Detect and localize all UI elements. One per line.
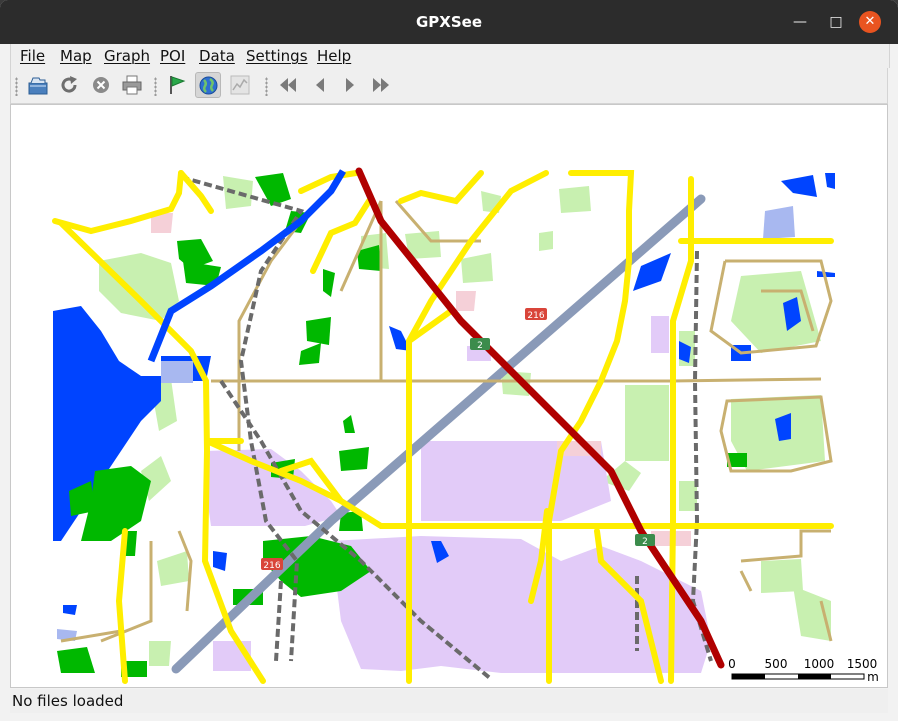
svg-text:216: 216 — [527, 311, 544, 321]
toolbar-grip[interactable] — [154, 77, 157, 96]
close-window-button[interactable]: ✕ — [859, 11, 881, 33]
print-icon — [122, 75, 142, 95]
scale-label: 0 — [728, 657, 736, 671]
close-file-icon — [93, 77, 109, 93]
toolbar — [10, 68, 888, 104]
scale-unit: m — [867, 670, 879, 684]
menu-map[interactable]: Map — [60, 44, 92, 68]
menu-help[interactable]: Help — [317, 44, 351, 68]
window-title: GPXSee — [415, 13, 483, 31]
route-shield: 216 — [525, 308, 547, 321]
next-file-button[interactable] — [337, 72, 363, 98]
route-shield: 2 — [470, 338, 490, 351]
show-graphs-button[interactable] — [227, 72, 253, 98]
toolbar-grip[interactable] — [15, 77, 18, 96]
last-file-button[interactable] — [368, 72, 394, 98]
menu-graph[interactable]: Graph — [104, 44, 150, 68]
scale-label: 500 — [765, 657, 788, 671]
toolbar-grip[interactable] — [265, 77, 268, 96]
show-map-icon — [199, 76, 218, 95]
close-file-button[interactable] — [88, 72, 114, 98]
previous-file-icon — [316, 78, 324, 92]
next-file-icon — [346, 78, 354, 92]
open-file-button[interactable] — [25, 72, 51, 98]
maximize-button[interactable]: □ — [825, 11, 847, 33]
title-bar: GPXSee — □ ✕ — [0, 0, 898, 44]
svg-text:2: 2 — [477, 341, 483, 351]
scale-label: 1500 — [847, 657, 878, 671]
status-bar: No files loaded — [10, 689, 888, 713]
reload-button[interactable] — [56, 72, 82, 98]
open-file-icon — [28, 77, 48, 95]
svg-text:2: 2 — [642, 537, 648, 547]
reload-icon — [61, 76, 77, 93]
app-window: GPXSee — □ ✕ File Map Graph POI Data Set… — [0, 0, 898, 721]
menu-data[interactable]: Data — [199, 44, 235, 68]
previous-file-button[interactable] — [307, 72, 333, 98]
poi-flag-icon — [170, 76, 186, 94]
poi-button[interactable] — [164, 72, 190, 98]
show-graphs-icon — [230, 75, 250, 95]
menu-file[interactable]: File — [20, 44, 45, 68]
scale-label: 1000 — [804, 657, 835, 671]
menu-bar: File Map Graph POI Data Settings Help — [10, 44, 890, 68]
show-map-button[interactable] — [195, 72, 221, 98]
print-button[interactable] — [119, 72, 145, 98]
minimize-button[interactable]: — — [789, 11, 811, 33]
first-file-icon — [280, 78, 296, 92]
scale-bar: 0 500 1000 1500 m — [728, 657, 879, 684]
route-shield: 2 — [635, 534, 655, 547]
svg-text:216: 216 — [263, 561, 280, 571]
status-text: No files loaded — [12, 692, 124, 710]
first-file-button[interactable] — [275, 72, 301, 98]
menu-settings[interactable]: Settings — [246, 44, 308, 68]
route-shield: 216 — [261, 558, 283, 571]
map-canvas[interactable]: 216 2 2 216 0 500 1000 1500 m — [11, 105, 888, 688]
last-file-icon — [373, 78, 389, 92]
map-view[interactable]: 216 2 2 216 0 500 1000 1500 m — [10, 104, 888, 688]
menu-poi[interactable]: POI — [160, 44, 185, 68]
